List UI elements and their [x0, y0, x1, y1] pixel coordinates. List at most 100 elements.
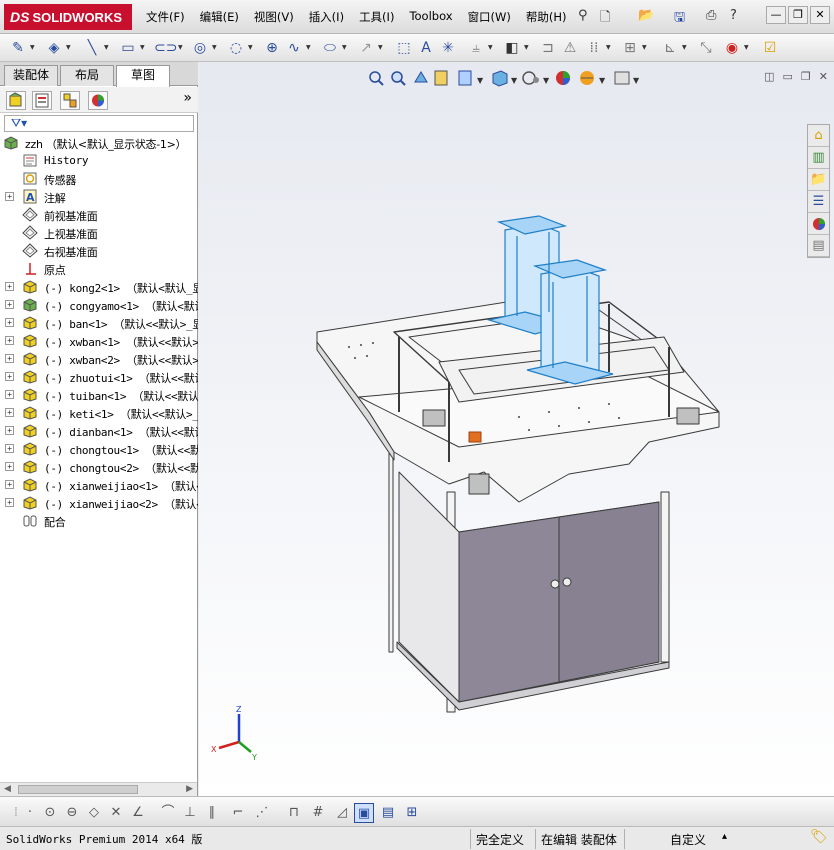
dropdown-arrow-icon[interactable]: ▼ [477, 76, 484, 85]
tree-item[interactable]: History [0, 152, 198, 170]
dropdown-arrow-icon[interactable]: ▼ [212, 44, 217, 51]
dropdown-arrow-icon[interactable]: ▼ [178, 44, 183, 51]
previous-view-icon[interactable] [414, 71, 428, 83]
fillet-icon[interactable]: ↗ [356, 38, 376, 58]
mirror-icon[interactable]: ⚠ [560, 38, 580, 58]
close-view-icon[interactable]: ✕ [819, 70, 828, 83]
instant2d-icon[interactable]: ☑ [760, 38, 780, 58]
expand-icon[interactable]: + [5, 444, 14, 453]
quick-snaps-icon[interactable]: ◉ [722, 38, 742, 58]
help-icon[interactable]: ? [730, 8, 737, 23]
tab-assembly[interactable]: 装配体 [4, 65, 58, 86]
trim-icon[interactable]: ⫨ [466, 38, 486, 58]
tree-item[interactable]: + A 注解 [0, 188, 198, 206]
angle-snap-icon[interactable]: ⋰ [252, 803, 272, 823]
dropdown-arrow-icon[interactable]: ▼ [30, 44, 35, 51]
dropdown-arrow-icon[interactable]: ▼ [140, 44, 145, 51]
tree-item[interactable]: + (-) xwban<1> （默认<<默认> [0, 332, 198, 350]
expand-icon[interactable]: + [5, 354, 14, 363]
file-explorer-icon[interactable]: ☰ [808, 191, 829, 213]
expand-icon[interactable]: + [5, 300, 14, 309]
menu-file[interactable]: 文件(F) [146, 9, 185, 25]
dropdown-arrow-icon[interactable]: ▼ [744, 44, 749, 51]
tab-layout[interactable]: 布局 [60, 65, 114, 86]
expand-icon[interactable]: + [5, 498, 14, 507]
tree-item[interactable]: 前视基准面 [0, 206, 198, 224]
custom-properties-icon[interactable]: ▤ [808, 235, 829, 257]
slot-icon[interactable]: ⊂⊃ [154, 38, 177, 58]
graphics-viewport[interactable]: ▼ ▼ ▼ ▼ ▼ ◫ ▭ ❐ ✕ ⌂ ▥ 📁 ☰ ▤ Z X Y [199, 62, 834, 796]
triangle-icon[interactable]: ◿ [332, 803, 352, 823]
repair-sketch-icon[interactable]: ⤡ [696, 38, 716, 58]
menu-help[interactable]: 帮助(H) [526, 9, 567, 25]
filter-icon[interactable]: ⛛▾ [11, 116, 27, 131]
rectangle-icon[interactable]: ▭ [118, 38, 138, 58]
grid-icon[interactable]: # [308, 803, 328, 823]
horizontal-snap-icon[interactable]: ⌐ [228, 803, 248, 823]
section-view-icon[interactable] [434, 70, 448, 86]
dropdown-arrow-icon[interactable]: ▼ [543, 76, 550, 85]
appearance-icon[interactable] [556, 71, 570, 85]
expand-icon[interactable]: + [5, 192, 14, 201]
expand-icon[interactable]: + [5, 408, 14, 417]
dropdown-arrow-icon[interactable]: ▼ [248, 44, 253, 51]
scene-icon[interactable] [580, 71, 594, 85]
minimize-view-icon[interactable]: ▭ [783, 70, 793, 83]
tab-sketch[interactable]: 草图 [116, 65, 170, 87]
tree-root-assembly[interactable]: zzh （默认<默认_显示状态-1>） [0, 134, 198, 152]
plane-tool-icon[interactable]: ⬚ [394, 38, 414, 58]
menu-edit[interactable]: 编辑(E) [200, 9, 239, 25]
point-snap-icon[interactable]: · [20, 803, 40, 823]
tree-item[interactable]: + (-) xwban<2> （默认<<默认> [0, 350, 198, 368]
dropdown-arrow-icon[interactable]: ▼ [306, 44, 311, 51]
restore-view-icon[interactable]: ❐ [801, 70, 811, 83]
expand-icon[interactable]: + [5, 390, 14, 399]
tree-item[interactable]: + (-) keti<1> （默认<<默认>_ [0, 404, 198, 422]
linear-pattern-icon[interactable]: ⁞⁞ [584, 38, 604, 58]
expand-icon[interactable]: + [5, 282, 14, 291]
configuration-manager-icon[interactable] [60, 91, 80, 110]
text-icon[interactable]: A [416, 38, 436, 58]
expand-icon[interactable]: + [5, 426, 14, 435]
view-settings-icon[interactable] [614, 71, 630, 85]
nearest-snap-icon[interactable]: ∠ [128, 803, 148, 823]
dropdown-arrow-icon[interactable]: ▼ [682, 44, 687, 51]
convert-entities-icon[interactable]: ◧ [502, 38, 522, 58]
design-library-icon[interactable]: 📁 [808, 169, 829, 191]
display-style-icon[interactable] [522, 71, 539, 85]
assembly-model[interactable] [309, 212, 729, 722]
view-layout-icon[interactable]: ▤ [378, 803, 398, 823]
split-view-icon[interactable]: ◫ [764, 70, 774, 83]
dynamic-annotation-icon[interactable] [458, 70, 472, 86]
tree-item[interactable]: + (-) congyamo<1> （默认<默认 [0, 296, 198, 314]
expand-icon[interactable]: + [5, 318, 14, 327]
scroll-right-icon[interactable]: ▶ [186, 784, 193, 794]
menu-insert[interactable]: 插入(I) [309, 9, 344, 25]
tree-item[interactable]: + (-) ban<1> （默认<<默认>_显 [0, 314, 198, 332]
smart-dimension-icon[interactable]: ◈ [44, 38, 64, 58]
spline-icon[interactable]: ∿ [284, 38, 304, 58]
home-icon[interactable]: ⌂ [808, 125, 829, 147]
tree-item[interactable]: 原点 [0, 260, 198, 278]
expand-icon[interactable]: + [5, 372, 14, 381]
unit-dropdown-icon[interactable]: ▴ [722, 831, 727, 842]
tree-item[interactable]: + (-) xianweijiao<2> （默认< [0, 494, 198, 512]
pin-icon[interactable]: ⚲ [578, 8, 588, 23]
view-palette-icon[interactable] [808, 213, 829, 235]
relations-icon[interactable]: ⊾ [660, 38, 680, 58]
panel-horizontal-scrollbar[interactable]: ◀ ▶ [0, 782, 197, 796]
filter-box[interactable]: ⛛▾ [4, 115, 194, 132]
feature-manager-icon[interactable] [6, 91, 26, 110]
sketch-icon[interactable]: ✎ [8, 38, 28, 58]
dropdown-arrow-icon[interactable]: ▼ [342, 44, 347, 51]
tree-item[interactable]: + (-) zhuotui<1> （默认<<默认 [0, 368, 198, 386]
unit-system[interactable]: 自定义 [670, 831, 706, 848]
dropdown-arrow-icon[interactable]: ▼ [599, 76, 606, 85]
dropdown-arrow-icon[interactable]: ▼ [642, 44, 647, 51]
ellipse-icon[interactable]: ⬭ [320, 38, 340, 58]
dropdown-arrow-icon[interactable]: ▼ [378, 44, 383, 51]
save-icon[interactable]: 🖫 [674, 8, 685, 30]
new-document-icon[interactable]: 🗋 [600, 8, 610, 30]
dropdown-arrow-icon[interactable]: ▼ [511, 76, 518, 85]
perpendicular-snap-icon[interactable]: ⊥ [180, 803, 200, 823]
